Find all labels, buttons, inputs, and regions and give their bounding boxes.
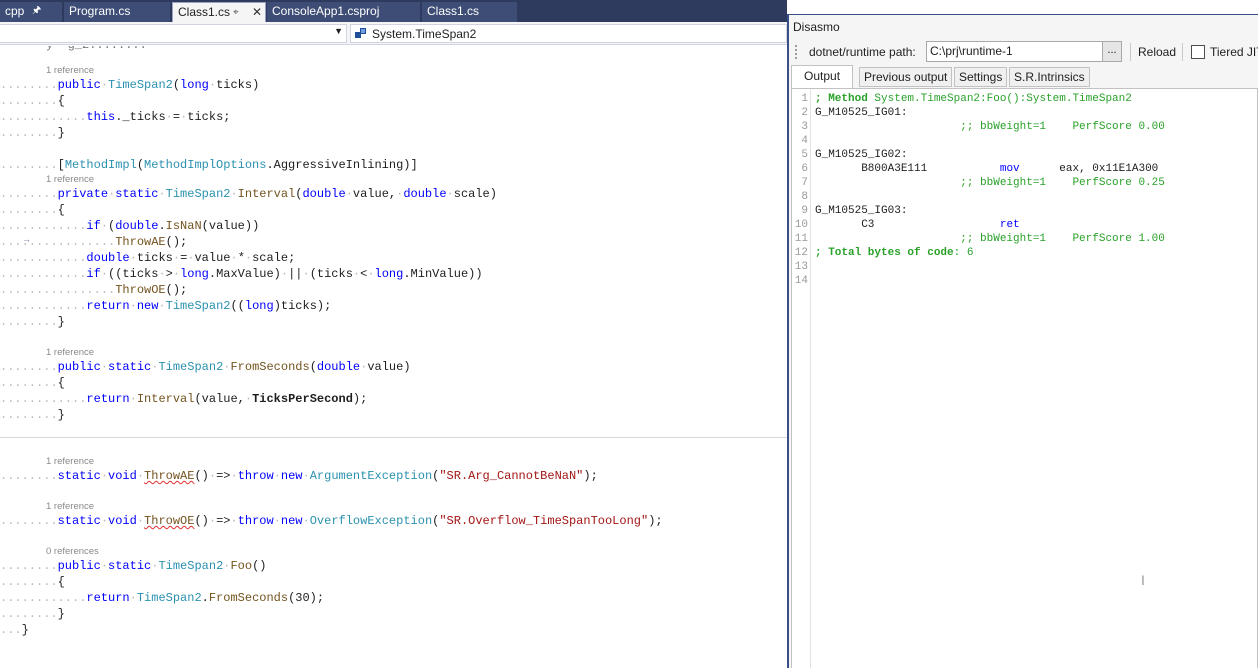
output-tabs: Output Previous output Settings S.R.Intr…: [789, 65, 1258, 88]
asm-line: C3 ret: [815, 219, 1020, 231]
code-line: ........public·TimeSpan2(long·ticks): [0, 78, 260, 92]
code-line: ............if·((ticks·>·long.MaxValue)·…: [0, 267, 483, 281]
type-dropdown[interactable]: System.TimeSpan2: [350, 24, 787, 43]
code-line: ............double·ticks·=·value·*·scale…: [0, 251, 296, 265]
code-line: ............return·Interval(value,·Ticks…: [0, 392, 368, 406]
runtime-path-label: dotnet/runtime path:: [809, 45, 916, 59]
tiered-jit-checkbox[interactable]: [1191, 45, 1205, 59]
code-line: ............return·new·TimeSpan2((long)t…: [0, 299, 332, 313]
disassembly-output[interactable]: 1 2 3 4 5 6 7 8 9 10 11 12 13 14 ; Metho…: [791, 88, 1258, 668]
runtime-path-input[interactable]: C:\prj\runtime-1: [926, 41, 1122, 62]
codelens-reference[interactable]: 1 reference: [46, 501, 94, 512]
line-number: 11: [794, 233, 808, 245]
code-line: ........private·static·TimeSpan2·Interva…: [0, 187, 497, 201]
divider: [0, 437, 787, 438]
code-line: ........static·void·ThrowAE()·=>·throw·n…: [0, 469, 598, 483]
asm-line: G_M10525_IG01:: [815, 107, 908, 119]
line-number: 4: [801, 135, 808, 147]
line-number: 3: [801, 121, 808, 133]
line-number: 13: [794, 261, 808, 273]
code-line: ........{: [0, 376, 65, 390]
code-line: ........{: [0, 203, 65, 217]
code-line: ........public·static·TimeSpan2·FromSeco…: [0, 360, 411, 374]
line-number: 8: [801, 191, 808, 203]
asm-line: G_M10525_IG02:: [815, 149, 908, 161]
line-number: 2: [801, 107, 808, 119]
line-number: 10: [794, 219, 808, 231]
code-line: ................ThrowOE();: [0, 283, 188, 297]
code-line: ........}: [0, 408, 65, 422]
code-line: ............return·TimeSpan2.FromSeconds…: [0, 591, 325, 605]
code-line: ........public·static·TimeSpan2·Foo(): [0, 559, 267, 573]
pin-icon[interactable]: 🖈: [32, 2, 41, 20]
code-line: ............if·(double.IsNaN(value)): [0, 219, 260, 233]
reload-button[interactable]: Reload: [1138, 45, 1176, 59]
tab-sr-intrinsics[interactable]: S.R.Intrinsics: [1009, 67, 1090, 87]
line-number: 1: [801, 93, 808, 105]
line-number: 5: [801, 149, 808, 161]
codelens-reference[interactable]: 1 reference: [46, 174, 94, 185]
asm-line: ;; bbWeight=1 PerfScore 0.00: [815, 121, 1165, 133]
line-number: 6: [801, 163, 808, 175]
line-number: 14: [794, 275, 808, 287]
text-cursor-icon: I: [1141, 572, 1145, 588]
code-line: ........static·void·ThrowOE()·=>·throw·n…: [0, 514, 663, 528]
code-line: ........}: [0, 315, 65, 329]
toolbar-grip-icon[interactable]: [795, 45, 797, 59]
tool-window-title: Disasmo: [789, 15, 1258, 39]
disasmo-toolbar: dotnet/runtime path: C:\prj\runtime-1 ..…: [789, 40, 1258, 65]
line-number: 7: [801, 177, 808, 189]
tab-cpp[interactable]: cpp 🖈: [0, 2, 62, 22]
code-line: ........}: [0, 607, 65, 621]
code-line: ................ThrowAE();: [0, 235, 188, 249]
toolbar-separator: [1130, 43, 1131, 61]
navigation-bar: ▼ System.TimeSpan2: [0, 22, 787, 45]
code-line: ...}: [0, 623, 29, 637]
code-line: ........{: [0, 575, 65, 589]
code-editor[interactable]: y g_2........ 1 reference ........public…: [0, 46, 787, 668]
tab-settings[interactable]: Settings: [954, 67, 1008, 87]
asm-line: G_M10525_IG03:: [815, 205, 908, 217]
chevron-down-icon[interactable]: ▼: [334, 26, 343, 36]
disasmo-tool-window: Disasmo dotnet/runtime path: C:\prj\runt…: [787, 14, 1258, 668]
asm-line: ;; bbWeight=1 PerfScore 0.25: [815, 177, 1165, 189]
tab-previous-output[interactable]: Previous output: [859, 67, 953, 87]
tab-class1-cs-active[interactable]: Class1.cs ⌖ ✕: [172, 2, 266, 22]
code-line: ........}: [0, 126, 65, 140]
asm-line: ;; bbWeight=1 PerfScore 1.00: [815, 233, 1165, 245]
tab-label: Class1.cs: [178, 5, 231, 19]
partial-code-line: y g_2........: [46, 46, 147, 52]
member-dropdown[interactable]: ▼: [0, 24, 347, 43]
tiered-jit-label[interactable]: Tiered JIT: [1210, 45, 1258, 59]
type-dropdown-value: System.TimeSpan2: [372, 27, 477, 41]
asm-line: ; Total bytes of code: 6: [815, 247, 974, 259]
asm-line: ; Method System.TimeSpan2:Foo():System.T…: [815, 93, 1132, 105]
tab-label: Program.cs: [69, 4, 131, 18]
tab-label: ConsoleApp1.csproj: [272, 4, 380, 18]
codelens-reference[interactable]: 1 reference: [46, 456, 94, 467]
code-line: ........{: [0, 94, 65, 108]
code-line: ........[MethodImpl(MethodImplOptions.Ag…: [0, 158, 418, 172]
tab-program-cs[interactable]: Program.cs: [64, 2, 170, 22]
codelens-reference[interactable]: 1 reference: [46, 65, 94, 76]
codelens-reference[interactable]: 1 reference: [46, 347, 94, 358]
line-number: 9: [801, 205, 808, 217]
tab-output[interactable]: Output: [791, 65, 854, 88]
line-number-gutter: 1 2 3 4 5 6 7 8 9 10 11 12 13 14: [792, 89, 811, 668]
document-tab-strip: cpp 🖈 Program.cs Class1.cs ⌖ ✕ ConsoleAp…: [0, 0, 787, 22]
toolbar-separator: [1182, 43, 1183, 61]
tab-class1-cs-second[interactable]: Class1.cs: [422, 2, 517, 22]
tab-consoleapp1-csproj[interactable]: ConsoleApp1.csproj: [267, 2, 420, 22]
browse-button[interactable]: ...: [1102, 41, 1122, 62]
struct-icon: [355, 28, 366, 38]
asm-line: B800A3E111 mov eax, 0x11E1A300: [815, 163, 1159, 175]
codelens-reference[interactable]: 0 references: [46, 546, 99, 557]
tab-label: cpp: [5, 4, 25, 18]
line-number: 12: [794, 247, 808, 259]
close-icon[interactable]: ✕: [252, 3, 262, 21]
code-line: ............this._ticks·=·ticks;: [0, 110, 231, 124]
pin-icon[interactable]: ⌖: [233, 4, 239, 22]
tab-label: Class1.cs: [427, 4, 480, 18]
